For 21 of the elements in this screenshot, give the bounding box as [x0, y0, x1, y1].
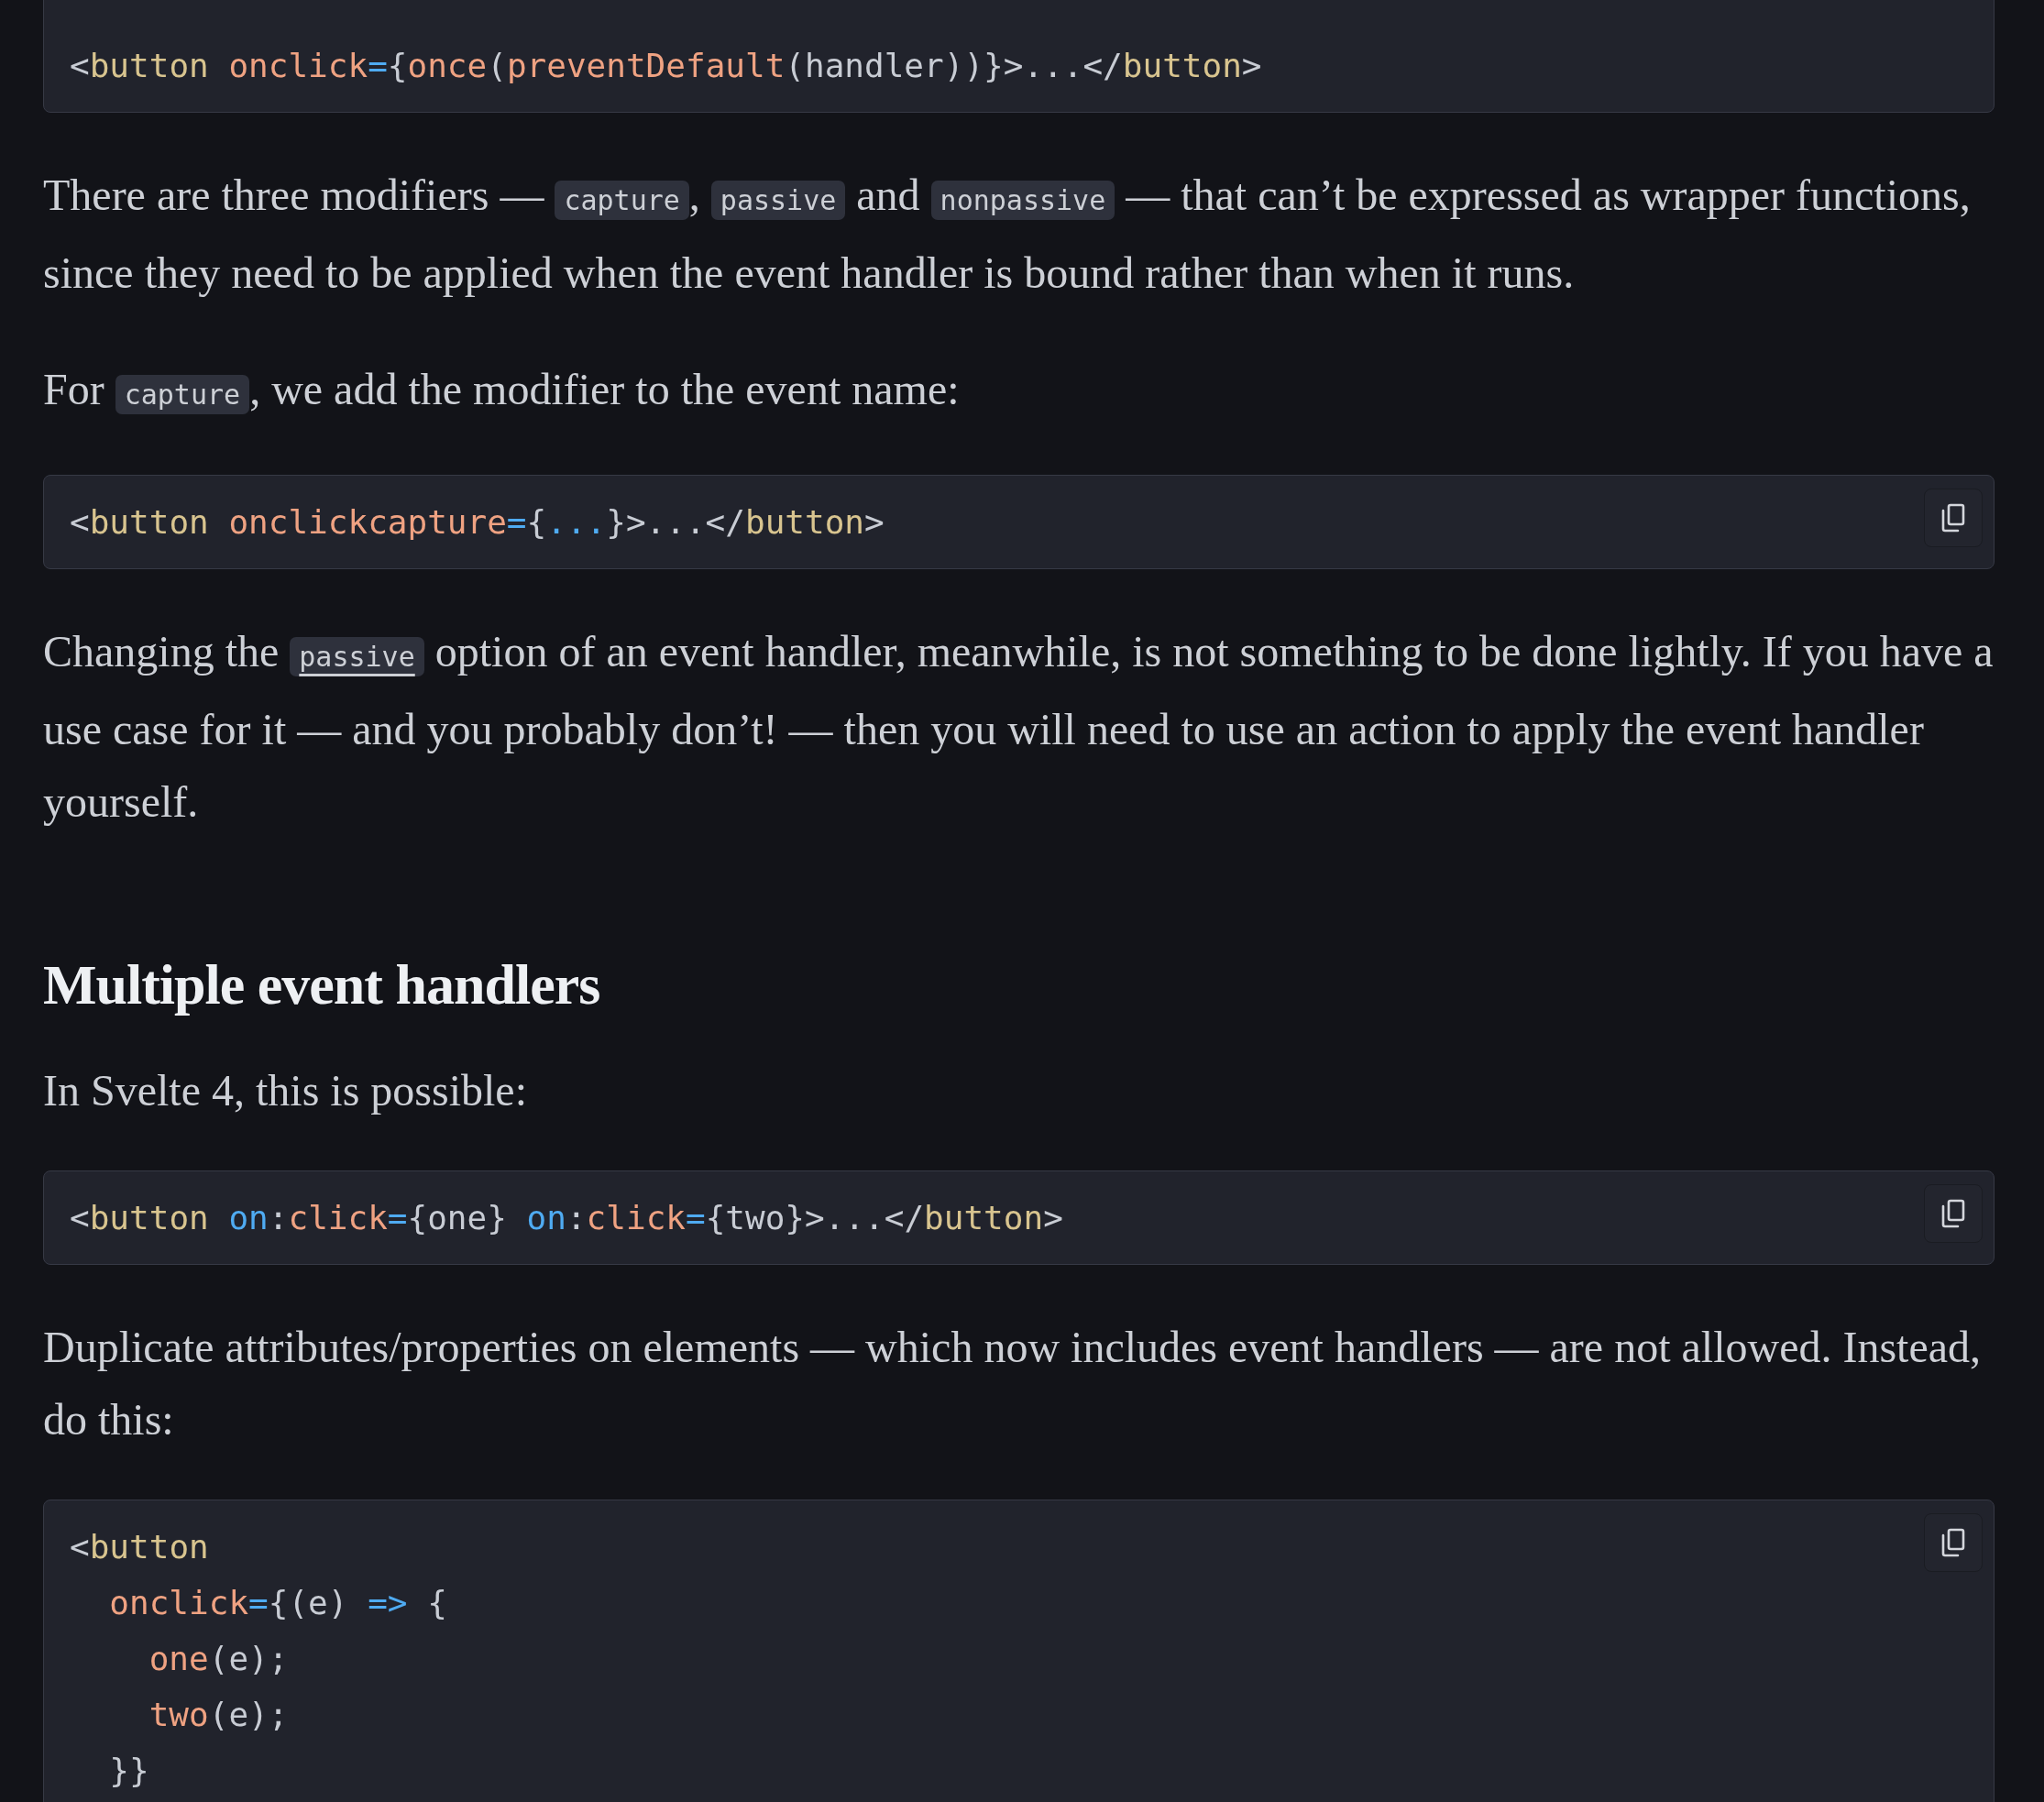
code-line: <button on:click={one} on:click={two}>...</button> — [70, 1198, 1063, 1238]
copy-button[interactable] — [1924, 1513, 1983, 1572]
paragraph: Duplicate attributes/properties on elements — which now includes event handlers — are not allowed. Instead, do this: — [43, 1322, 1983, 1445]
code-line: <button — [70, 1527, 209, 1567]
paragraph: In Svelte 4, this is possible: — [43, 1065, 528, 1116]
section-heading: Multiple event handlers — [43, 952, 601, 1017]
code-line: <button onclick={once(preventDefault(handler))}>...</button> — [70, 46, 1262, 86]
paragraph: There are three modifiers — capture , passive and nonpassive — that can’t be expressed as wrapper functions, since they need to be applied when the event handler is bound rather than when it runs. — [43, 170, 1972, 299]
copy-button[interactable] — [1924, 1184, 1983, 1243]
copy-icon — [1940, 1528, 1966, 1557]
paragraph: Changing the passive option of an event handler, meanwhile, is not something to be done lightly. If you have a use case for it — and you probably don’t! — then you will need to use an action to apply the event handler yourself. — [43, 626, 1995, 828]
code-line: <button onclickcapture={...}>...</button> — [70, 502, 885, 543]
copy-button[interactable] — [1924, 489, 1983, 547]
copy-icon — [1940, 1199, 1966, 1228]
code-line: one(e); — [148, 1639, 289, 1679]
code-line: two(e); — [148, 1695, 289, 1735]
paragraph: For capture , we add the modifier to the event name: — [43, 364, 961, 416]
link[interactable]: passive — [290, 637, 424, 676]
copy-icon — [1940, 503, 1966, 533]
code-line: }} — [108, 1751, 149, 1791]
code-line: onclick={(e) => { — [108, 1583, 447, 1623]
